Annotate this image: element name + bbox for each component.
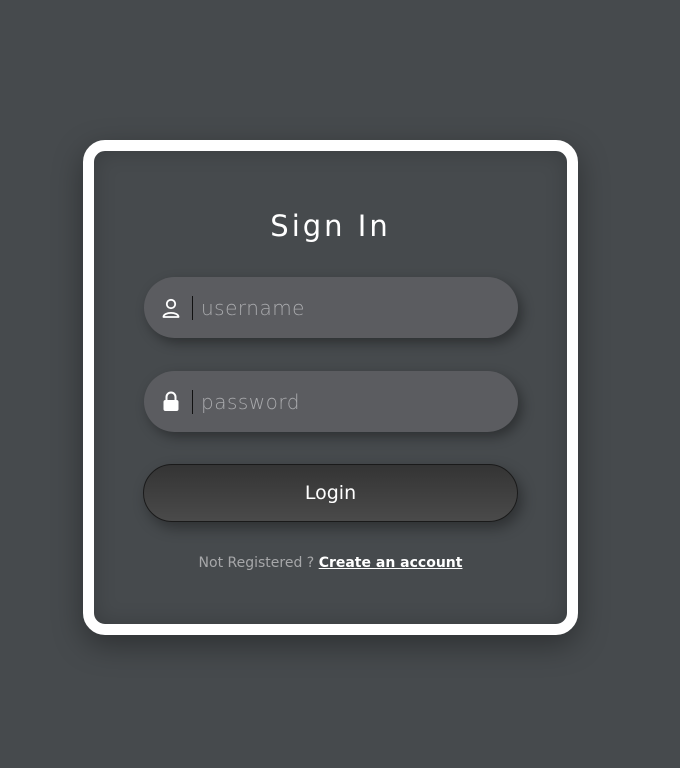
login-card: Sign In Login Not Registered ? Create an… xyxy=(83,140,578,635)
field-divider xyxy=(192,389,193,414)
register-prompt: Not Registered ? xyxy=(198,555,319,571)
username-input[interactable] xyxy=(201,295,518,320)
password-field[interactable] xyxy=(144,371,518,432)
field-divider xyxy=(192,295,193,320)
page-title: Sign In xyxy=(270,209,391,243)
lock-icon xyxy=(162,391,180,413)
username-field[interactable] xyxy=(144,277,518,338)
register-row: Not Registered ? Create an account xyxy=(94,555,567,571)
login-button[interactable]: Login xyxy=(143,464,518,522)
password-input[interactable] xyxy=(201,389,518,414)
user-icon xyxy=(162,297,180,319)
create-account-link[interactable]: Create an account xyxy=(319,555,463,571)
